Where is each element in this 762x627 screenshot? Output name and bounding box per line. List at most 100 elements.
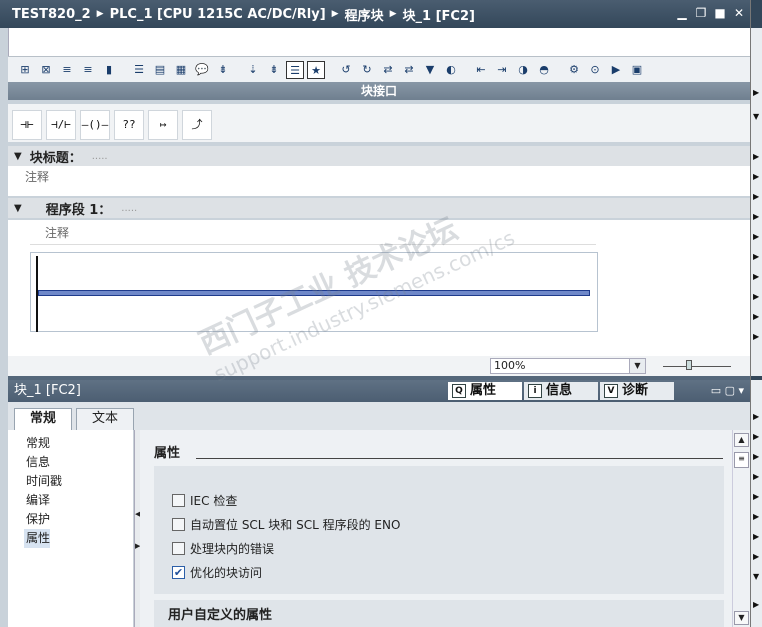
empty-box-button[interactable]: ?? <box>114 110 144 140</box>
block-interface-splitter[interactable]: 块接口 <box>8 82 750 100</box>
nav-item[interactable]: 保护 <box>26 510 133 529</box>
checkbox[interactable] <box>172 518 185 531</box>
go-to-end-icon[interactable]: ⇥ <box>493 61 511 79</box>
insert-row-icon[interactable]: ≡ <box>58 61 76 79</box>
breadcrumb-program-blocks[interactable]: 程序块 <box>345 5 384 24</box>
nc-contact-button[interactable]: ⊣/⊢ <box>46 110 76 140</box>
nav-item[interactable]: 时间戳 <box>26 472 133 491</box>
network-title-row[interactable]: ▼ 程序段 1： ..... <box>8 198 750 218</box>
chevron-down-icon[interactable]: ▼ <box>753 572 759 581</box>
scroll-up-icon[interactable]: ▲ <box>734 433 749 447</box>
block-comment[interactable]: 注释 <box>8 166 750 196</box>
monitor-on-icon[interactable]: ↺ <box>337 61 355 79</box>
chevron-right-icon[interactable]: ▶ <box>753 412 759 421</box>
glasses-icon[interactable]: ⊙ <box>586 61 604 79</box>
chevron-right-icon[interactable]: ▶ <box>753 292 759 301</box>
subtab-general[interactable]: 常规 <box>14 408 72 430</box>
chevron-right-icon[interactable]: ▶ <box>753 272 759 281</box>
add-row-icon[interactable]: ≡ <box>79 61 97 79</box>
sync-icon[interactable]: ⇄ <box>400 61 418 79</box>
tab-properties[interactable]: Q 属性 <box>448 382 522 400</box>
breadcrumb-block[interactable]: 块_1 [FC2] <box>403 5 475 24</box>
checkbox[interactable] <box>172 494 185 507</box>
favorites-list-icon[interactable]: ☰ <box>286 60 304 79</box>
more-icon[interactable]: ▶ <box>607 61 625 79</box>
download-icon[interactable]: ▼ <box>421 61 439 79</box>
chevron-right-icon[interactable]: ▶ <box>753 312 759 321</box>
chevron-right-icon[interactable]: ▶ <box>753 432 759 441</box>
zoom-select[interactable]: 100% ▼ <box>490 358 646 374</box>
call-hierarchy-icon[interactable]: ◑ <box>514 61 532 79</box>
restore-icon[interactable]: ❐ <box>694 6 708 20</box>
chevron-right-icon[interactable]: ▶ <box>753 600 759 609</box>
close-icon[interactable]: ✕ <box>732 6 746 20</box>
absolute-operand-icon[interactable]: ▤ <box>151 61 169 79</box>
network-comment[interactable]: 注释 <box>45 224 69 241</box>
chevron-right-icon[interactable]: ▶ <box>753 212 759 221</box>
scroll-thumb[interactable]: ≡ <box>734 452 749 468</box>
chevron-right-icon[interactable]: ▶ <box>753 252 759 261</box>
layout-icon[interactable]: ▣ <box>628 61 646 79</box>
chevron-right-icon[interactable]: ▶ <box>753 552 759 561</box>
collapse-triangle-icon[interactable]: ▼ <box>14 203 22 214</box>
zoom-slider-handle[interactable] <box>686 360 692 370</box>
close-branch-button[interactable]: ⤴ <box>182 110 212 140</box>
breadcrumb-plc[interactable]: PLC_1 [CPU 1215C AC/DC/Rly] <box>110 7 326 22</box>
chevron-right-icon[interactable]: ▶ <box>753 492 759 501</box>
chevron-right-icon[interactable]: ▶ <box>753 88 759 97</box>
open-branch-button[interactable]: ↦ <box>148 110 178 140</box>
settings-icon[interactable]: ⚙ <box>565 61 583 79</box>
tab-info[interactable]: i 信息 <box>524 382 598 400</box>
go-to-next-icon[interactable]: ⇟ <box>265 61 283 79</box>
subtab-texts[interactable]: 文本 <box>76 408 134 430</box>
nav-item[interactable]: 编译 <box>26 491 133 510</box>
breadcrumb-project[interactable]: TEST820_2 <box>12 7 91 22</box>
chevron-right-icon[interactable]: ▶ <box>753 172 759 181</box>
chevron-right-icon[interactable]: ▶ <box>753 512 759 521</box>
no-contact-button[interactable]: ⊣⊢ <box>12 110 42 140</box>
chevron-right-icon[interactable]: ▶ <box>753 452 759 461</box>
monitor-off-icon[interactable]: ↻ <box>358 61 376 79</box>
go-to-previous-icon[interactable]: ⇣ <box>244 61 262 79</box>
comment-toggle-icon[interactable]: 💬 <box>193 61 211 79</box>
iec-check-option[interactable]: IEC 检查 <box>172 492 237 509</box>
ladder-rung[interactable] <box>38 290 590 296</box>
panel-menu-icon[interactable]: ▭ ▢ ▾ <box>711 380 744 402</box>
scroll-down-icon[interactable]: ▼ <box>734 611 749 625</box>
checkbox-checked[interactable]: ✔ <box>172 566 185 579</box>
zoom-slider-track[interactable] <box>663 366 731 367</box>
chevron-right-icon[interactable]: ▶ <box>753 232 759 241</box>
maximize-icon[interactable]: ■ <box>713 6 727 20</box>
delete-network-icon[interactable]: ⊠ <box>37 61 55 79</box>
collapse-triangle-icon[interactable]: ▼ <box>14 151 22 162</box>
go-to-start-icon[interactable]: ⇤ <box>472 61 490 79</box>
chevron-right-icon[interactable]: ▶ <box>753 152 759 161</box>
nav-item[interactable]: 常规 <box>26 434 133 453</box>
chevron-down-icon[interactable]: ▼ <box>629 359 645 373</box>
inspector-scrollbar[interactable]: ▲ ≡ ▼ <box>732 430 750 627</box>
chevron-right-icon[interactable]: ▶ <box>753 192 759 201</box>
nav-item[interactable]: 信息 <box>26 453 133 472</box>
minimize-icon[interactable]: ▁ <box>675 6 689 20</box>
network-title-value[interactable]: ..... <box>121 203 137 214</box>
cross-ref-icon[interactable]: ◓ <box>535 61 553 79</box>
network-comments-icon[interactable]: ⇟ <box>214 61 232 79</box>
auto-eno-option[interactable]: 自动置位 SCL 块和 SCL 程序段的 ENO <box>172 516 400 533</box>
block-title-row[interactable]: ▼ 块标题： ..... <box>8 146 750 166</box>
ladder-network-area[interactable] <box>30 252 598 332</box>
optimized-access-option[interactable]: ✔ 优化的块访问 <box>172 564 262 581</box>
chevron-right-icon[interactable]: ▶ <box>753 532 759 541</box>
upload-icon[interactable]: ◐ <box>442 61 460 79</box>
checkbox[interactable] <box>172 542 185 555</box>
chevron-right-icon[interactable]: ▶ <box>753 332 759 341</box>
insert-network-icon[interactable]: ⊞ <box>16 61 34 79</box>
handle-errors-option[interactable]: 处理块内的错误 <box>172 540 274 557</box>
symbolic-operand-icon[interactable]: ▦ <box>172 61 190 79</box>
compare-icon[interactable]: ⇄ <box>379 61 397 79</box>
open-all-icon[interactable]: ▮ <box>100 61 118 79</box>
chevron-down-icon[interactable]: ▼ <box>753 112 759 121</box>
chevron-right-icon[interactable]: ▶ <box>753 472 759 481</box>
close-all-icon[interactable]: ☰ <box>130 61 148 79</box>
nav-item-selected[interactable]: 属性 <box>24 529 50 548</box>
tab-diagnostics[interactable]: V 诊断 <box>600 382 674 400</box>
